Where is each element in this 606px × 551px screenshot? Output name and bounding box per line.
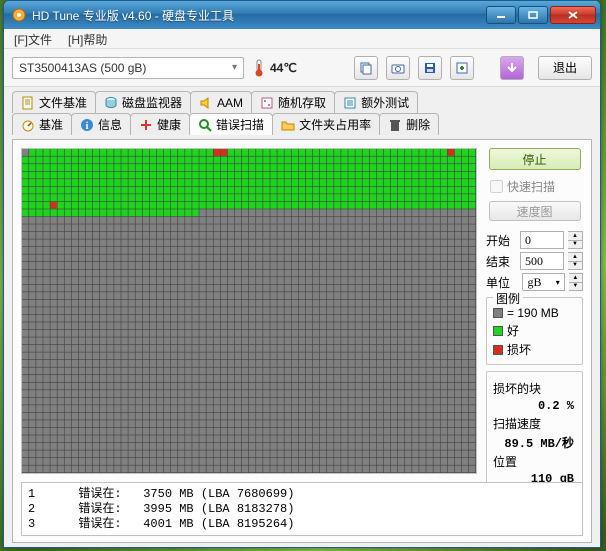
save-button[interactable] — [418, 56, 442, 80]
info-icon: i — [80, 118, 94, 132]
legend-swatch-good — [493, 326, 503, 336]
speed-label: 扫描速度 — [493, 415, 576, 432]
tab-随机存取[interactable]: 随机存取 — [251, 91, 335, 113]
damaged-label: 损坏的块 — [493, 380, 576, 397]
chevron-down-icon: ▾ — [232, 62, 237, 73]
speed-value: 89.5 MB/秒 — [493, 434, 576, 451]
tab-信息[interactable]: i信息 — [71, 113, 131, 135]
export-button[interactable] — [450, 56, 474, 80]
legend-group: 图例 = 190 MB 好 损坏 — [486, 297, 583, 365]
menu-help[interactable]: [H]帮助 — [68, 31, 107, 46]
sheet-icon — [343, 96, 357, 110]
tabs-row-1: 文件基准磁盘监视器AAM随机存取额外测试 — [4, 87, 600, 112]
tab-删除[interactable]: 删除 — [379, 113, 439, 135]
speaker-icon — [199, 96, 213, 110]
menu-file[interactable]: [F]文件 — [14, 31, 52, 46]
error-list[interactable]: 1 错误在: 3750 MB (LBA 7680699)2 错误在: 3995 … — [21, 482, 583, 536]
end-spinner[interactable]: ▲▼ — [568, 252, 583, 270]
window-title: HD Tune 专业版 v4.60 - 硬盘专业工具 — [32, 7, 486, 24]
unit-select[interactable]: gB▾ — [522, 273, 564, 291]
app-icon — [12, 8, 26, 22]
drive-select[interactable]: ST3500413AS (500 gB) ▾ — [12, 57, 244, 79]
damaged-value: 0.2 % — [493, 399, 576, 413]
end-input[interactable]: 500 — [520, 252, 564, 270]
gauge-icon — [21, 118, 35, 132]
side-panel: 停止 快速扫描 速度图 开始 0 ▲▼ 结束 500 ▲▼ 单位 gB▾ — [486, 148, 583, 534]
close-button[interactable] — [550, 6, 596, 24]
speedmap-button: 速度图 — [489, 201, 581, 221]
tab-AAM[interactable]: AAM — [190, 91, 252, 113]
temperature-readout: 44℃ — [252, 61, 297, 75]
tab-额外测试[interactable]: 额外测试 — [334, 91, 418, 113]
folder-icon — [281, 118, 295, 132]
error-row: 3 错误在: 4001 MB (LBA 8195264) — [28, 517, 576, 532]
legend-swatch-bad — [493, 345, 503, 355]
toolbar: ST3500413AS (500 gB) ▾ 44℃ 退出 — [4, 49, 600, 87]
tab-文件基准[interactable]: 文件基准 — [12, 91, 96, 113]
stop-button[interactable]: 停止 — [489, 148, 581, 170]
drive-label: ST3500413AS (500 gB) — [19, 61, 146, 75]
error-row: 1 错误在: 3750 MB (LBA 7680699) — [28, 487, 576, 502]
page-icon — [21, 96, 35, 110]
tab-健康[interactable]: 健康 — [130, 113, 190, 135]
plus-icon — [139, 118, 153, 132]
error-row: 2 错误在: 3995 MB (LBA 8183278) — [28, 502, 576, 517]
maximize-button[interactable] — [518, 6, 548, 24]
screenshot-button[interactable] — [386, 56, 410, 80]
block-map — [22, 149, 476, 473]
disk-icon — [104, 96, 118, 110]
scan-grid — [21, 148, 477, 474]
app-window: HD Tune 专业版 v4.60 - 硬盘专业工具 [F]文件 [H]帮助 S… — [3, 0, 601, 548]
tab-错误扫描[interactable]: 错误扫描 — [189, 113, 273, 135]
tabs-row-2: 基准i信息健康错误扫描文件夹占用率删除 — [4, 112, 600, 134]
tab-文件夹占用率[interactable]: 文件夹占用率 — [272, 113, 380, 135]
position-label: 位置 — [493, 453, 576, 470]
svg-text:i: i — [86, 121, 89, 132]
unit-label: 单位 — [486, 274, 514, 291]
legend-swatch-empty — [493, 308, 503, 318]
content-pane: 停止 快速扫描 速度图 开始 0 ▲▼ 结束 500 ▲▼ 单位 gB▾ — [12, 139, 592, 543]
start-spinner[interactable]: ▲▼ — [568, 231, 583, 249]
unit-spinner[interactable]: ▲▼ — [569, 273, 583, 291]
minimize-button[interactable] — [486, 6, 516, 24]
search-icon — [198, 118, 212, 132]
end-label: 结束 — [486, 253, 516, 270]
menu-bar: [F]文件 [H]帮助 — [4, 29, 600, 49]
copy-button[interactable] — [354, 56, 378, 80]
quickscan-label: 快速扫描 — [507, 178, 555, 195]
exit-button[interactable]: 退出 — [538, 56, 592, 80]
titlebar: HD Tune 专业版 v4.60 - 硬盘专业工具 — [4, 1, 600, 29]
tab-磁盘监视器[interactable]: 磁盘监视器 — [95, 91, 191, 113]
quickscan-checkbox — [490, 180, 503, 193]
dice-icon — [260, 96, 274, 110]
start-label: 开始 — [486, 232, 516, 249]
thermometer-icon — [252, 61, 266, 75]
refresh-button[interactable] — [500, 56, 524, 80]
start-input[interactable]: 0 — [520, 231, 564, 249]
trash-icon — [388, 118, 402, 132]
tab-基准[interactable]: 基准 — [12, 113, 72, 135]
